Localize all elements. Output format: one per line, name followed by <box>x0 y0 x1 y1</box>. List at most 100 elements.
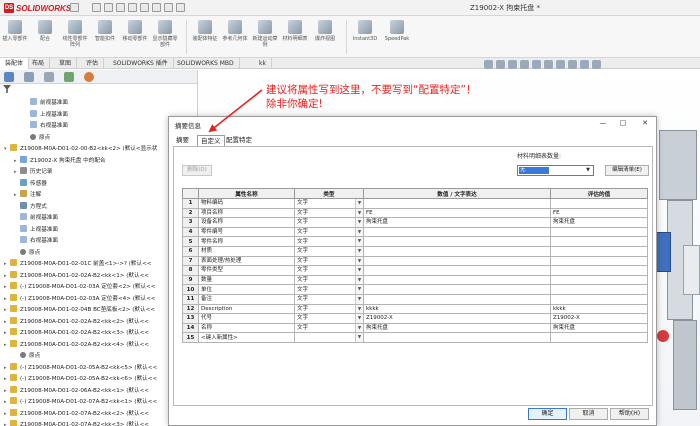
type-cell[interactable]: 文字 ▼ <box>294 265 364 276</box>
feature-tree-tab-icon[interactable] <box>4 72 14 82</box>
chevron-down-icon[interactable]: ▼ <box>355 324 363 332</box>
column-header-value[interactable]: 数值 / 文字表达 <box>363 188 551 199</box>
row-index-cell[interactable]: 3 <box>182 217 199 228</box>
chevron-down-icon[interactable]: ▼ <box>355 314 363 323</box>
tree-item[interactable]: 前视基准面 <box>0 98 197 110</box>
tab-addins[interactable]: SOLIDWORKS 插件 <box>108 58 174 69</box>
ribbon-tool-0[interactable]: 插入零部件 <box>2 19 28 55</box>
save-icon[interactable] <box>116 3 125 12</box>
type-cell[interactable]: 文字 ▼ <box>294 245 364 257</box>
ribbon-tool-2[interactable]: 线性零部件阵列 <box>62 19 88 55</box>
row-index-cell[interactable]: 13 <box>182 313 199 324</box>
property-name-cell[interactable]: 单位 <box>198 284 295 295</box>
print-icon[interactable] <box>128 3 137 12</box>
ribbon-tool-6[interactable]: 装配体特征 <box>192 19 218 55</box>
tab-layout[interactable]: 布局 <box>27 58 51 69</box>
value-cell[interactable] <box>363 198 551 209</box>
chevron-down-icon[interactable]: ▼ <box>355 228 363 236</box>
row-index-cell[interactable]: 12 <box>182 303 199 315</box>
apply-scene-icon[interactable] <box>580 60 589 69</box>
property-name-cell[interactable]: 项目名称 <box>198 207 295 219</box>
value-cell[interactable]: FE <box>363 207 551 219</box>
property-name-cell[interactable]: 零件名称 <box>198 236 295 247</box>
options-gear-icon[interactable] <box>176 3 185 12</box>
new-file-icon[interactable] <box>92 3 101 12</box>
ribbon-tool-1[interactable]: 配合 <box>32 19 58 55</box>
row-index-cell[interactable]: 8 <box>182 265 199 276</box>
type-cell[interactable]: 文字 ▼ <box>294 198 364 209</box>
assembly-model-render[interactable] <box>653 120 700 426</box>
chevron-down-icon[interactable]: ▼ <box>355 304 363 313</box>
ribbon-tool-11[interactable]: Instant3D <box>352 19 378 55</box>
type-cell[interactable]: 文字 ▼ <box>294 322 364 334</box>
value-cell[interactable]: kkkk <box>363 303 551 315</box>
row-index-cell[interactable]: 1 <box>182 198 199 209</box>
property-name-cell[interactable]: 数量 <box>198 274 295 286</box>
tab-summary[interactable]: 摘要 <box>173 135 192 146</box>
property-name-cell[interactable]: <键入新属性> <box>198 332 295 343</box>
previous-view-icon[interactable] <box>508 60 517 69</box>
type-cell[interactable]: 文字 ▼ <box>294 293 364 305</box>
view-orientation-icon[interactable] <box>532 60 541 69</box>
property-name-cell[interactable]: 名称 <box>198 322 295 334</box>
chevron-down-icon[interactable]: ▼ <box>355 199 363 208</box>
row-index-cell[interactable]: 10 <box>182 284 199 295</box>
row-index-cell[interactable]: 2 <box>182 207 199 219</box>
value-cell[interactable] <box>363 245 551 257</box>
column-header-property-name[interactable]: 属性名称 <box>198 188 295 199</box>
view-settings-icon[interactable] <box>592 60 601 69</box>
chevron-down-icon[interactable]: ▼ <box>355 218 363 227</box>
chevron-down-icon[interactable]: ▼ <box>355 247 363 256</box>
value-cell[interactable] <box>363 274 551 286</box>
value-cell[interactable] <box>363 332 551 343</box>
ribbon-tool-12[interactable]: SpeedPak <box>384 19 410 55</box>
maximize-button[interactable]: □ <box>616 118 630 129</box>
value-cell[interactable] <box>363 255 551 267</box>
type-cell[interactable]: 文字 ▼ <box>294 207 364 219</box>
close-button[interactable]: ✕ <box>638 118 652 129</box>
chevron-down-icon[interactable]: ▼ <box>355 285 363 294</box>
type-cell[interactable]: 文字 ▼ <box>294 226 364 238</box>
open-file-icon[interactable] <box>104 3 113 12</box>
property-name-cell[interactable]: 备注 <box>198 293 295 305</box>
row-index-cell[interactable]: 15 <box>182 332 199 343</box>
type-cell[interactable]: 文字 ▼ <box>294 303 364 315</box>
type-cell[interactable]: 文字 ▼ <box>294 274 364 286</box>
type-cell[interactable]: ▼ <box>294 332 364 343</box>
ribbon-tool-7[interactable]: 参考几何体 <box>222 19 248 55</box>
property-manager-tab-icon[interactable] <box>24 72 34 82</box>
rebuild-icon[interactable] <box>164 3 173 12</box>
row-index-cell[interactable]: 11 <box>182 293 199 305</box>
property-name-cell[interactable]: 物料编码 <box>198 198 295 209</box>
value-cell[interactable] <box>363 293 551 305</box>
tab-kk[interactable]: kk <box>254 58 272 69</box>
dimxpert-tab-icon[interactable] <box>64 72 74 82</box>
property-name-cell[interactable]: 材质 <box>198 245 295 257</box>
type-cell[interactable]: 文字 ▼ <box>294 217 364 228</box>
configuration-manager-tab-icon[interactable] <box>44 72 54 82</box>
row-index-cell[interactable]: 4 <box>182 226 199 238</box>
property-name-cell[interactable]: 零件类型 <box>198 265 295 276</box>
row-index-cell[interactable]: 14 <box>182 322 199 334</box>
filter-icon[interactable] <box>3 85 11 93</box>
row-index-cell[interactable]: 9 <box>182 274 199 286</box>
chevron-down-icon[interactable]: ▼ <box>355 237 363 246</box>
section-view-icon[interactable] <box>520 60 529 69</box>
value-cell[interactable] <box>363 284 551 295</box>
ribbon-tool-9[interactable]: 材料明细表 <box>282 19 308 55</box>
type-cell[interactable]: 文字 ▼ <box>294 313 364 324</box>
value-cell[interactable] <box>363 265 551 276</box>
display-manager-tab-icon[interactable] <box>84 72 94 82</box>
zoom-area-icon[interactable] <box>496 60 505 69</box>
ribbon-tool-8[interactable]: 新建运动算例 <box>252 19 278 55</box>
bom-quantity-select[interactable]: 无 ▼ <box>517 165 594 176</box>
ribbon-tool-5[interactable]: 显示隐藏零部件 <box>152 19 178 55</box>
tab-custom[interactable]: 自定义 <box>197 135 225 146</box>
column-header-type[interactable]: 类型 <box>294 188 364 199</box>
expand-menu-icon[interactable] <box>70 3 79 12</box>
row-index-cell[interactable]: 7 <box>182 255 199 267</box>
property-name-cell[interactable]: Description <box>198 303 295 315</box>
tab-evaluate[interactable]: 评估 <box>81 58 105 69</box>
help-button[interactable]: 帮助(H) <box>610 408 649 420</box>
hide-show-items-icon[interactable] <box>556 60 565 69</box>
